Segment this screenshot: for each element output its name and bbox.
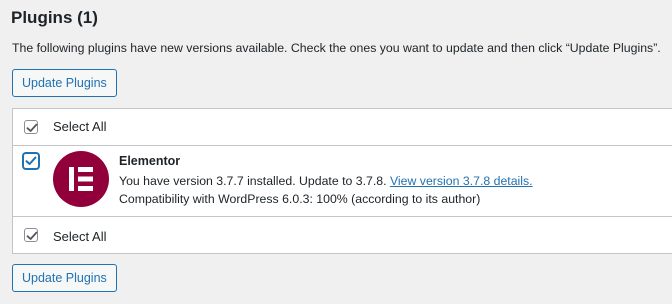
checkmark-icon <box>26 123 38 132</box>
plugin-compatibility: Compatibility with WordPress 6.0.3: 100%… <box>119 192 481 206</box>
plugin-version-info: You have version 3.7.7 installed. Update… <box>119 173 533 189</box>
select-all-checkbox-bottom[interactable] <box>24 228 38 242</box>
update-plugins-button-top[interactable]: Update Plugins <box>12 69 117 97</box>
plugins-update-table: Select All Elementor You have version 3.… <box>12 108 672 254</box>
select-all-row-top: Select All <box>13 109 672 146</box>
checkmark-icon <box>26 231 38 240</box>
select-all-label-bottom[interactable]: Select All <box>53 229 106 245</box>
page-title: Plugins (1) <box>11 8 98 27</box>
plugin-name: Elementor <box>119 154 181 168</box>
plugin-row: Elementor You have version 3.7.7 install… <box>13 145 672 215</box>
elementor-logo-icon <box>53 151 109 207</box>
select-all-label-top[interactable]: Select All <box>53 119 106 135</box>
view-details-link[interactable]: View version 3.7.8 details. <box>390 174 533 188</box>
plugin-version-text: You have version 3.7.7 installed. Update… <box>119 174 387 188</box>
checkmark-icon <box>25 156 37 165</box>
select-all-row-bottom: Select All <box>13 216 672 255</box>
page-description: The following plugins have new versions … <box>12 41 661 55</box>
select-all-checkbox-top[interactable] <box>24 120 38 134</box>
update-plugins-button-bottom[interactable]: Update Plugins <box>12 264 117 292</box>
plugin-checkbox[interactable] <box>23 153 39 169</box>
